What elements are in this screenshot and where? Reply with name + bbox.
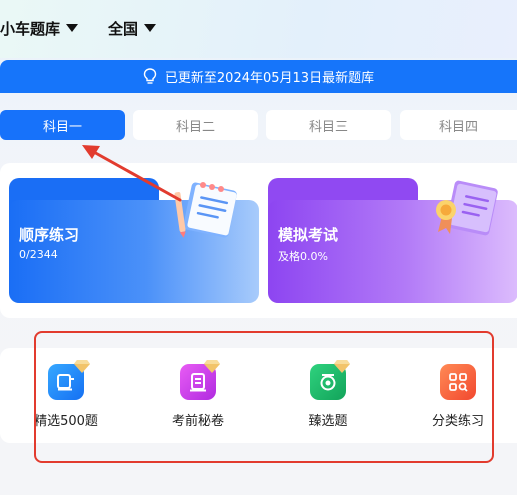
annotation-highlight-box (34, 331, 494, 463)
